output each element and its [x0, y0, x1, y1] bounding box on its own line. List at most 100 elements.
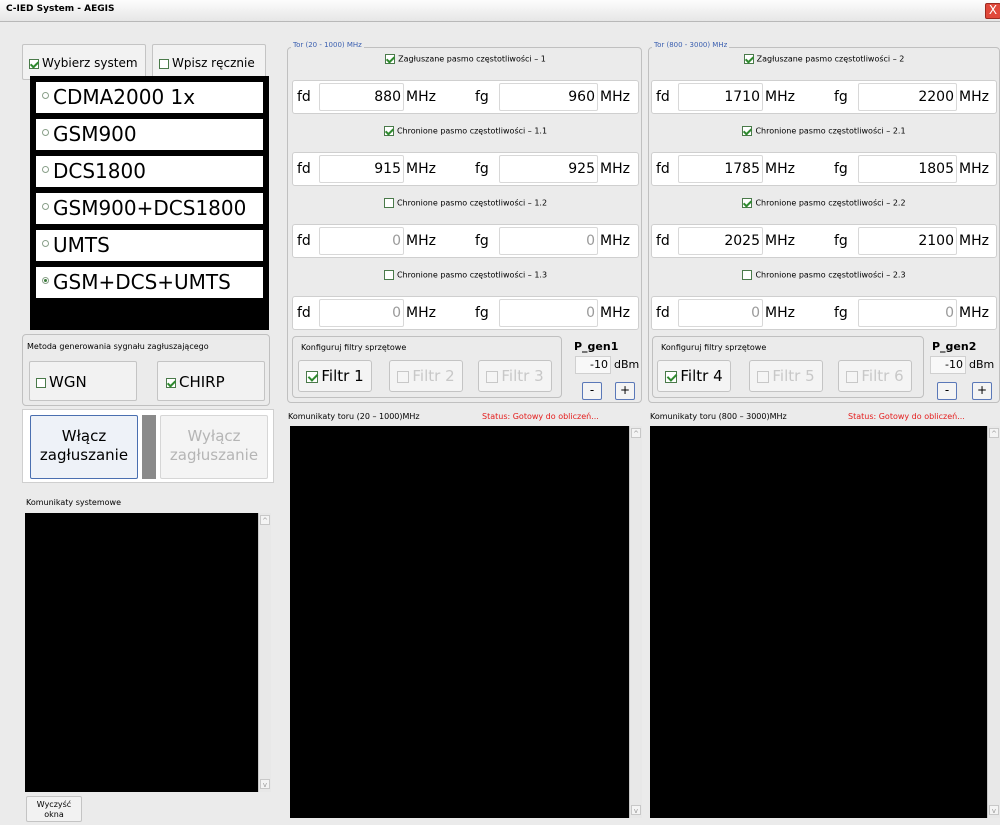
clear-windows-button[interactable]: Wyczyść okna	[26, 796, 82, 822]
band-checkbox[interactable]	[743, 54, 754, 64]
pgen1-value[interactable]: -10	[575, 356, 611, 374]
band-title: Chronione pasmo częstotliwości – 1.3	[292, 270, 639, 280]
wgn-option[interactable]: WGN	[29, 361, 137, 401]
close-icon[interactable]: X	[985, 3, 1000, 19]
pgen1-decrease-button[interactable]: -	[582, 382, 602, 400]
filter-button[interactable]: Filtr 4	[657, 360, 731, 392]
system-option[interactable]: GSM+DCS+UMTS	[36, 267, 263, 298]
radio-icon[interactable]	[42, 277, 49, 284]
fg-input[interactable]: 925	[499, 155, 598, 183]
filter-button[interactable]: Filtr 1	[298, 360, 372, 392]
radio-icon[interactable]	[42, 129, 49, 136]
band-checkbox[interactable]	[383, 198, 394, 208]
filter-checkbox[interactable]	[397, 370, 410, 383]
filter-checkbox[interactable]	[846, 370, 859, 383]
fg-input[interactable]: 2200	[858, 83, 957, 111]
band-checkbox[interactable]	[385, 54, 396, 64]
wgn-checkbox[interactable]	[36, 377, 46, 388]
manual-entry-option[interactable]: Wpisz ręcznie	[152, 44, 266, 80]
system-option-label: DCS1800	[53, 159, 146, 183]
select-system-checkbox[interactable]	[29, 58, 39, 69]
filter-checkbox[interactable]	[486, 370, 499, 383]
system-option[interactable]: UMTS	[36, 230, 263, 261]
fd-input[interactable]: 0	[319, 227, 404, 255]
band-title: Chronione pasmo częstotliwości – 2.3	[651, 270, 997, 280]
chirp-option[interactable]: CHIRP	[157, 361, 265, 401]
scroll-up-icon[interactable]: ^	[631, 428, 641, 438]
fg-input[interactable]: 0	[499, 227, 598, 255]
track2-messages-scrollbar[interactable]: ^ v	[987, 426, 1000, 818]
fd-input[interactable]: 2025	[678, 227, 763, 255]
fd-input[interactable]: 1710	[678, 83, 763, 111]
system-messages-scrollbar[interactable]: ^ v	[258, 513, 271, 792]
system-option[interactable]: DCS1800	[36, 156, 263, 187]
chirp-checkbox[interactable]	[166, 377, 176, 388]
fd-input[interactable]: 0	[319, 299, 404, 327]
fd-input[interactable]: 0	[678, 299, 763, 327]
scroll-down-icon[interactable]: v	[631, 805, 641, 815]
select-system-option[interactable]: Wybierz system	[22, 44, 146, 80]
mhz-label: MHz	[959, 305, 989, 321]
pgen1-unit: dBm	[614, 358, 640, 371]
pgen2-increase-button[interactable]: +	[972, 382, 992, 400]
enable-jamming-button[interactable]: Włącz zagłuszanie	[30, 415, 138, 479]
disable-jamming-line1: Wyłącz	[187, 427, 241, 445]
fg-input[interactable]: 0	[858, 299, 957, 327]
filter-checkbox[interactable]	[757, 370, 770, 383]
radio-icon[interactable]	[42, 240, 49, 247]
fd-input[interactable]: 880	[319, 83, 404, 111]
track1-messages-area[interactable]: ^ v	[290, 426, 642, 818]
manual-entry-checkbox[interactable]	[159, 58, 169, 69]
fd-input[interactable]: 915	[319, 155, 404, 183]
scroll-up-icon[interactable]: ^	[989, 428, 999, 438]
system-option[interactable]: GSM900	[36, 119, 263, 150]
scroll-down-icon[interactable]: v	[260, 779, 270, 789]
system-messages-title: Komunikaty systemowe	[26, 498, 121, 507]
mhz-label: MHz	[600, 89, 630, 105]
system-list: CDMA2000 1x GSM900 DCS1800 GSM900+DCS1800 UM…	[30, 76, 269, 330]
filter-checkbox[interactable]	[665, 370, 678, 383]
system-option[interactable]: CDMA2000 1x	[36, 82, 263, 113]
fg-label: fg	[475, 89, 489, 105]
filter-checkbox[interactable]	[306, 370, 319, 383]
track1-messages-scrollbar[interactable]: ^ v	[629, 426, 642, 818]
radio-icon[interactable]	[42, 166, 49, 173]
fd-label: fd	[656, 233, 670, 249]
radio-icon[interactable]	[42, 92, 49, 99]
frequency-row: fd 2025 MHz fg 2100 MHz	[651, 224, 997, 258]
filter-button[interactable]: Filtr 3	[478, 360, 552, 392]
band-title: Zagłuszane pasmo częstotliwości – 1	[292, 54, 639, 64]
scroll-up-icon[interactable]: ^	[260, 515, 270, 525]
radio-icon[interactable]	[42, 203, 49, 210]
band-checkbox[interactable]	[383, 270, 394, 280]
fg-input[interactable]: 2100	[858, 227, 957, 255]
track2-messages-area[interactable]: ^ v	[650, 426, 1000, 818]
fd-input[interactable]: 1785	[678, 155, 763, 183]
fg-input[interactable]: 1805	[858, 155, 957, 183]
fg-label: fg	[834, 233, 848, 249]
fg-label: fg	[475, 233, 489, 249]
pgen2-value[interactable]: -10	[930, 356, 966, 374]
scroll-down-icon[interactable]: v	[989, 805, 999, 815]
fg-input[interactable]: 960	[499, 83, 598, 111]
system-option-label: GSM+DCS+UMTS	[53, 270, 231, 294]
filter-button[interactable]: Filtr 2	[389, 360, 463, 392]
system-option-label: UMTS	[53, 233, 110, 257]
filter-button[interactable]: Filtr 5	[749, 360, 823, 392]
fg-label: fg	[834, 89, 848, 105]
band-checkbox[interactable]	[742, 270, 753, 280]
fg-input[interactable]: 0	[499, 299, 598, 327]
system-option-label: CDMA2000 1x	[53, 85, 196, 109]
system-messages-area[interactable]: ^ v	[25, 513, 271, 792]
pgen1-increase-button[interactable]: +	[615, 382, 635, 400]
mhz-label: MHz	[765, 161, 795, 177]
band-title-label: Chronione pasmo częstotliwości – 2.2	[755, 198, 906, 208]
disable-jamming-button[interactable]: Wyłącz zagłuszanie	[160, 415, 268, 479]
band-checkbox[interactable]	[742, 198, 753, 208]
band-checkbox[interactable]	[383, 126, 394, 136]
band-checkbox[interactable]	[742, 126, 753, 136]
filter-button[interactable]: Filtr 6	[838, 360, 912, 392]
system-option[interactable]: GSM900+DCS1800	[36, 193, 263, 224]
pgen2-decrease-button[interactable]: -	[937, 382, 957, 400]
fd-label: fd	[297, 161, 311, 177]
